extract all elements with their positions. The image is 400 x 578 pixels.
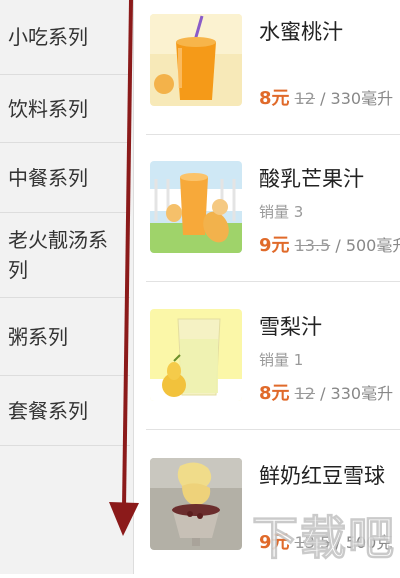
divider (146, 429, 400, 430)
product-unit: / 330毫升 (314, 384, 394, 403)
sidebar-item-soups[interactable]: 老火靓汤系列 (0, 213, 130, 298)
sidebar-item-snacks[interactable]: 小吃系列 (0, 0, 130, 75)
original-price: 13.5 (294, 236, 331, 255)
price-row: 8元 12 / 330毫升 (259, 84, 393, 110)
sidebar-item-label: 套餐系列 (8, 398, 88, 423)
sidebar-item-label: 饮料系列 (8, 96, 88, 121)
peach-juice-icon (150, 14, 242, 106)
divider (146, 281, 400, 282)
original-price: 13.5 (294, 533, 331, 552)
sidebar-item-porridge[interactable]: 粥系列 (0, 298, 130, 376)
price-row: 9元 13.5 / 500克 (259, 528, 392, 554)
sidebar-item-label: 中餐系列 (8, 165, 88, 190)
mango-juice-icon (150, 161, 242, 253)
product-item[interactable]: 雪梨汁 销量 1 8元 12 / 330毫升 (146, 309, 400, 429)
product-price: 8元 (259, 383, 290, 404)
divider (146, 134, 400, 135)
product-price: 9元 (259, 532, 290, 553)
product-item[interactable]: 鲜奶红豆雪球 9元 13.5 / 500克 (146, 458, 400, 578)
price-row: 8元 12 / 330毫升 (259, 379, 393, 405)
original-price: 12 (294, 89, 315, 108)
sidebar-item-chinese-meals[interactable]: 中餐系列 (0, 143, 130, 213)
sidebar-item-label: 粥系列 (8, 324, 68, 349)
product-unit: / 500克 (330, 533, 393, 552)
sidebar-item-set-meals[interactable]: 套餐系列 (0, 376, 130, 446)
product-unit: / 500毫升 (335, 236, 400, 255)
product-name: 雪梨汁 (259, 315, 322, 339)
product-price: 9元 (259, 235, 290, 256)
sidebar-item-label: 老火靓汤系列 (8, 228, 108, 282)
pear-juice-icon (150, 309, 242, 401)
product-name: 酸乳芒果汁 (259, 167, 364, 191)
category-sidebar: 小吃系列 饮料系列 中餐系列 老火靓汤系列 粥系列 套餐系列 (0, 0, 134, 574)
product-name: 水蜜桃汁 (259, 20, 343, 44)
product-item[interactable]: 酸乳芒果汁 销量 3 9元 13.5 / 500毫升 (146, 161, 400, 281)
sidebar-item-drinks[interactable]: 饮料系列 (0, 75, 130, 143)
sidebar-item-label: 小吃系列 (8, 25, 88, 49)
red-bean-sundae-icon (150, 458, 242, 550)
sales-count: 销量 1 (259, 351, 304, 369)
product-item[interactable]: 水蜜桃汁 8元 12 / 330毫升 (146, 14, 400, 134)
product-unit: / 330毫升 (314, 89, 394, 108)
product-name: 鲜奶红豆雪球 (259, 464, 385, 488)
product-price: 8元 (259, 88, 290, 109)
sales-count: 销量 3 (259, 203, 304, 221)
price-row: 9元 13.5 / 500毫升 (259, 231, 400, 257)
original-price: 12 (294, 384, 315, 403)
